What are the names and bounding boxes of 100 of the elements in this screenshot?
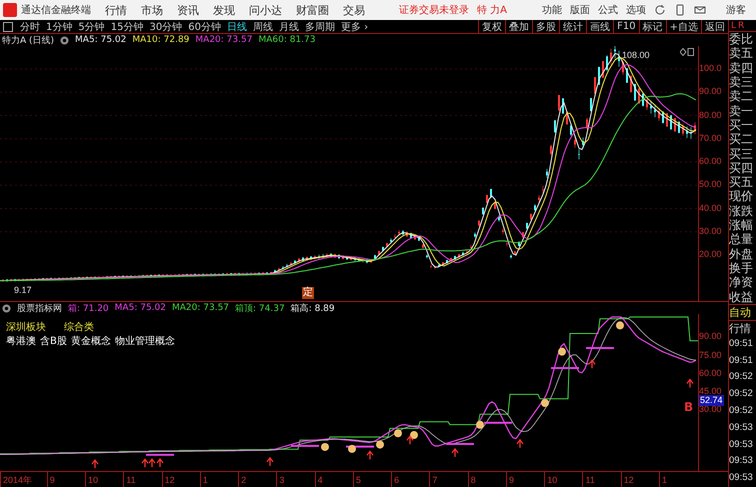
period-tab[interactable]: 15分钟	[108, 20, 146, 34]
up-arrow-icon	[266, 456, 274, 466]
concept-tag[interactable]: 物业管理概念	[114, 334, 175, 348]
axis-label: 70.00	[699, 132, 723, 145]
axis-label: 90.00	[699, 331, 723, 342]
phone-icon[interactable]	[674, 4, 686, 16]
quote-field-label: 换手	[729, 260, 754, 276]
axis-label: 1	[200, 472, 238, 487]
menu-item[interactable]: 资讯	[177, 2, 199, 18]
indicator-name[interactable]: 股票指标网	[17, 302, 62, 314]
menu-item[interactable]: 版面	[570, 3, 590, 17]
quote-field-label: 总量	[729, 232, 754, 247]
period-tab[interactable]: 60分钟	[185, 20, 224, 34]
axis-label: 45.00	[699, 386, 723, 396]
trade-time: 09:52	[729, 404, 754, 418]
period-tab[interactable]: 多周期	[302, 20, 338, 34]
concept-tag[interactable]: 黄金概念	[70, 334, 111, 348]
legend-value: MA60: 81.73	[258, 35, 316, 45]
quote-field-label: 外盘	[729, 246, 754, 261]
quote-field-label: 卖三	[729, 75, 754, 90]
quote-field-label: 买三	[729, 146, 754, 161]
axis-label: 60.00	[699, 368, 723, 379]
up-arrow-icon	[516, 438, 524, 448]
window-controls-icon[interactable]	[680, 48, 694, 56]
menu-item[interactable]: 选项	[626, 3, 646, 17]
level-bar	[586, 347, 614, 350]
trade-time: 09:52	[729, 387, 754, 402]
trade-time: 09:51	[729, 336, 754, 351]
app-logo-icon	[3, 3, 17, 17]
gear-icon[interactable]	[60, 36, 70, 44]
quote-field-label: 买四	[729, 160, 754, 176]
current-value-label: 52.74	[699, 395, 724, 406]
quote-field-label: 委比	[729, 32, 754, 46]
level-bar	[146, 454, 174, 456]
trade-time: 09:51	[729, 354, 754, 368]
period-tab[interactable]: 更多 ›	[338, 20, 372, 34]
signal-dot	[476, 420, 484, 429]
menu-item[interactable]: 行情	[105, 2, 127, 18]
concept-tag[interactable]: 粤港澳	[6, 334, 36, 348]
quote-field-label: 卖五	[729, 46, 754, 61]
axis-label: 9	[46, 472, 86, 487]
axis-label: 30.00	[699, 404, 723, 416]
gear-icon[interactable]	[2, 304, 11, 312]
chart-tool-button[interactable]: +自选	[666, 20, 701, 33]
signal-dot	[410, 431, 418, 440]
quote-field-label: 买五	[729, 175, 754, 190]
trade-time: 09:53	[729, 438, 754, 452]
period-tab[interactable]: 月线	[276, 20, 302, 34]
quote-tab[interactable]: 行情	[729, 320, 756, 336]
panel-header-label[interactable]: L	[731, 20, 736, 31]
period-tab[interactable]: 1分钟	[43, 20, 76, 34]
up-arrow-icon	[91, 459, 99, 469]
axis-label: 7	[429, 472, 468, 487]
signal-dot	[321, 442, 329, 451]
menu-item[interactable]: 功能	[542, 3, 562, 17]
menu-item[interactable]: 财富圈	[296, 2, 329, 18]
panel-toggle-icon[interactable]	[3, 22, 13, 32]
menu-item[interactable]: 问小达	[249, 2, 282, 18]
axis-label: 50.00	[699, 178, 723, 192]
stock-name: 特 力A	[477, 4, 508, 17]
menu-item[interactable]: 交易	[343, 2, 365, 18]
quote-field-label: 收益	[729, 290, 754, 304]
up-arrow-icon	[366, 450, 374, 460]
quote-field-label: 买一	[729, 118, 754, 132]
signal-dot	[616, 321, 624, 330]
period-tab[interactable]: 30分钟	[146, 20, 186, 34]
axis-label: 12	[620, 472, 660, 487]
period-tab[interactable]: 5分钟	[75, 20, 108, 34]
axis-label: 2	[238, 472, 276, 487]
app-title: 通达信金融终端	[21, 4, 91, 17]
sector-tag[interactable]: 综合类	[64, 320, 94, 334]
legend-value: 箱高: 8.89	[290, 302, 335, 314]
concept-tag[interactable]: 含B股	[40, 334, 67, 348]
trade-time: 09:53	[729, 454, 754, 468]
quote-field-label: 买二	[729, 132, 754, 147]
up-arrow-icon	[451, 448, 459, 458]
quote-tab[interactable]: 自动	[729, 304, 756, 320]
login-status[interactable]: 证券交易未登录	[399, 3, 469, 17]
quote-field-label: 卖四	[729, 60, 754, 76]
period-tab[interactable]: 日线	[224, 20, 250, 34]
level-bar	[446, 442, 474, 445]
axis-label: 4	[314, 472, 353, 487]
trade-time: 09:53	[729, 420, 754, 435]
sector-tag[interactable]: 深圳板块	[6, 320, 46, 334]
signal-dot	[376, 440, 384, 449]
refresh-icon[interactable]	[654, 4, 666, 16]
high-price-label: 108.00	[622, 50, 650, 60]
axis-label: 10	[85, 472, 124, 487]
panel-header-label[interactable]: R	[738, 20, 744, 31]
period-tab[interactable]: 分时	[17, 20, 43, 34]
axis-label: 60.00	[699, 155, 723, 168]
period-tab[interactable]: 周线	[250, 20, 276, 34]
quote-field-label: 涨跌	[729, 204, 754, 218]
up-arrow-icon	[686, 378, 694, 388]
menu-item[interactable]: 公式	[598, 3, 618, 17]
event-marker[interactable]: 定	[302, 287, 314, 299]
message-icon[interactable]	[694, 4, 706, 16]
menu-item[interactable]: 市场	[141, 2, 163, 18]
menu-item[interactable]: 发现	[213, 2, 235, 18]
user-label[interactable]: 游客	[726, 3, 746, 17]
